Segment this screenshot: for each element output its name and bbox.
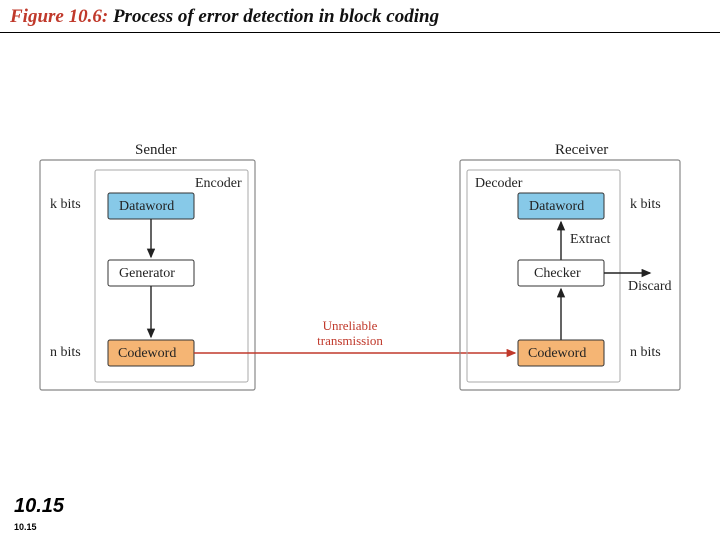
receiver-title: Receiver [555, 142, 608, 158]
sender-nbits: n bits [50, 345, 81, 360]
receiver-nbits: n bits [630, 345, 661, 360]
page-number-big: 10.15 [14, 495, 64, 517]
receiver-kbits: k bits [630, 197, 661, 212]
block-coding-diagram: Sender Encoder k bits Dataword Generator… [40, 140, 680, 410]
figure-title: Process of error detection in block codi… [113, 6, 439, 27]
checker-label: Checker [534, 266, 581, 281]
receiver-codeword: Codeword [528, 346, 586, 361]
decoder-label: Decoder [475, 176, 523, 191]
sender-kbits: k bits [50, 197, 81, 212]
discard-label: Discard [628, 279, 672, 294]
sender-dataword: Dataword [119, 199, 174, 214]
sender-title: Sender [135, 142, 177, 158]
figure-caption: Figure 10.6: Process of error detection … [0, 0, 720, 33]
page-number: 10.15 10.15 [14, 495, 64, 518]
figure-number: Figure 10.6: [10, 6, 108, 27]
extract-label: Extract [570, 232, 611, 247]
transmission-label-1: Unreliable [323, 318, 378, 333]
sender-codeword: Codeword [118, 346, 176, 361]
receiver-dataword: Dataword [529, 199, 584, 214]
encoder-label: Encoder [195, 176, 242, 191]
transmission-label-2: transmission [317, 333, 383, 348]
page-number-small: 10.15 [14, 522, 37, 532]
generator-label: Generator [119, 266, 175, 281]
